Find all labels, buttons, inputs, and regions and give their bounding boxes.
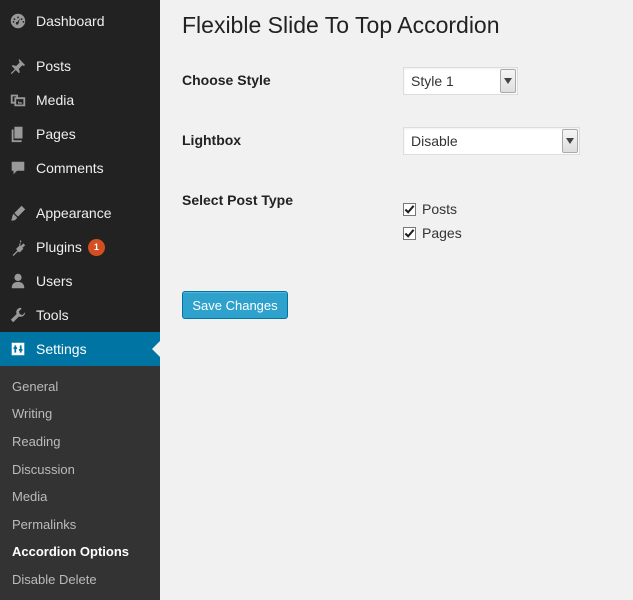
submenu-item-accordion-options[interactable]: Accordion Options bbox=[12, 544, 129, 559]
menu-label: Pages bbox=[36, 126, 76, 142]
submenu-item-writing[interactable]: Writing bbox=[12, 406, 52, 421]
chevron-down-icon bbox=[500, 69, 516, 93]
media-icon bbox=[0, 91, 36, 109]
submenu-item-media[interactable]: Media bbox=[12, 489, 47, 504]
choose-style-label: Choose Style bbox=[182, 72, 271, 88]
settings-icon bbox=[0, 340, 36, 358]
menu-label: Dashboard bbox=[36, 13, 105, 29]
post-type-label: Select Post Type bbox=[182, 192, 294, 208]
lightbox-label: Lightbox bbox=[182, 132, 242, 148]
menu-item-dashboard[interactable]: Dashboard bbox=[0, 4, 160, 38]
style-select[interactable]: Style 1 bbox=[403, 67, 518, 95]
menu-label: Appearance bbox=[36, 205, 112, 221]
menu-item-plugins[interactable]: Plugins 1 bbox=[0, 230, 160, 264]
submenu-item-discussion[interactable]: Discussion bbox=[12, 462, 75, 477]
lightbox-select-value: Disable bbox=[411, 133, 458, 149]
menu-item-appearance[interactable]: Appearance bbox=[0, 196, 160, 230]
menu-label: Plugins bbox=[36, 239, 82, 255]
posts-checkbox-label: Posts bbox=[422, 201, 458, 217]
save-changes-button[interactable]: Save Changes bbox=[182, 291, 288, 319]
menu-label: Settings bbox=[36, 341, 87, 357]
plugin-update-badge: 1 bbox=[87, 238, 105, 256]
menu-item-media[interactable]: Media bbox=[0, 83, 160, 117]
post-type-pages-option[interactable]: Pages bbox=[403, 225, 462, 241]
comment-icon bbox=[0, 159, 36, 177]
menu-label: Tools bbox=[36, 307, 69, 323]
menu-item-tools[interactable]: Tools bbox=[0, 298, 160, 332]
menu-item-pages[interactable]: Pages bbox=[0, 117, 160, 151]
menu-label: Comments bbox=[36, 160, 104, 176]
menu-item-settings[interactable]: Settings bbox=[0, 332, 160, 366]
pages-checkbox-label: Pages bbox=[422, 225, 462, 241]
style-select-value: Style 1 bbox=[411, 73, 454, 89]
posts-checkbox[interactable] bbox=[403, 202, 416, 216]
pages-icon bbox=[0, 125, 36, 143]
submenu-item-permalinks[interactable]: Permalinks bbox=[12, 517, 76, 532]
plugin-icon bbox=[0, 238, 36, 256]
page-title: Flexible Slide To Top Accordion bbox=[182, 12, 500, 38]
brush-icon bbox=[0, 204, 36, 222]
post-type-posts-option[interactable]: Posts bbox=[403, 201, 457, 217]
dashboard-icon bbox=[0, 12, 36, 30]
menu-label: Media bbox=[36, 92, 75, 108]
menu-item-comments[interactable]: Comments bbox=[0, 151, 160, 185]
menu-item-posts[interactable]: Posts bbox=[0, 49, 160, 83]
menu-label: Posts bbox=[36, 58, 72, 74]
pin-icon bbox=[0, 57, 36, 75]
lightbox-select[interactable]: Disable bbox=[403, 127, 580, 155]
wrench-icon bbox=[0, 306, 36, 324]
user-icon bbox=[0, 272, 36, 290]
submenu-item-general[interactable]: General bbox=[12, 379, 58, 394]
settings-submenu: General Writing Reading Discussion Media… bbox=[0, 366, 160, 600]
submenu-item-reading[interactable]: Reading bbox=[12, 434, 60, 449]
submenu-item-disable-delete[interactable]: Disable Delete bbox=[12, 572, 97, 587]
admin-sidebar: Dashboard Posts Media Pages Comments App… bbox=[0, 0, 160, 600]
chevron-down-icon bbox=[562, 129, 578, 153]
menu-label: Users bbox=[36, 273, 73, 289]
pages-checkbox[interactable] bbox=[403, 226, 416, 240]
menu-item-users[interactable]: Users bbox=[0, 264, 160, 298]
